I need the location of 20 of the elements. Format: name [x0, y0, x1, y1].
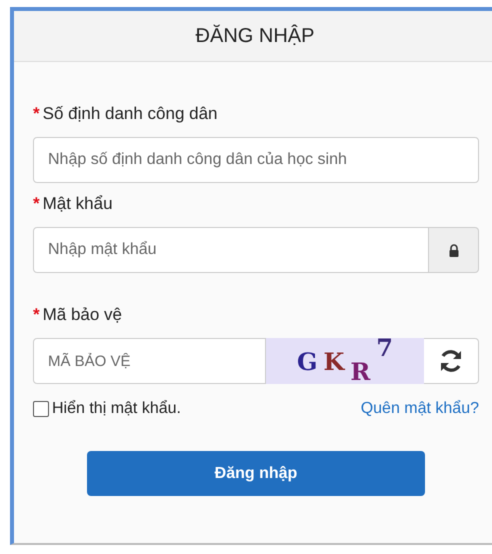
checkbox-label: Hiển thị mật khẩu. — [52, 400, 181, 418]
forgot-password-link[interactable]: Quên mật khẩu? — [360, 400, 479, 418]
checkbox[interactable] — [33, 401, 49, 417]
captcha-character: K — [323, 346, 344, 376]
required-mark: * — [33, 194, 40, 214]
login-button[interactable]: Đăng nhập — [87, 451, 425, 496]
lock-icon — [448, 244, 458, 256]
captcha-character: R — [350, 356, 370, 386]
refresh-icon — [438, 349, 464, 373]
login-title: ĐĂNG NHẬP — [196, 24, 314, 48]
input-field[interactable]: Nhập số định danh công dân của học sinh — [33, 137, 479, 183]
captcha-character: G — [296, 346, 318, 376]
refresh-button[interactable] — [424, 338, 479, 384]
field-label: Số định danh công dân — [42, 104, 218, 124]
field-label: Mã bảo vệ — [42, 305, 122, 325]
captcha-character: 7 — [376, 332, 393, 362]
required-mark: * — [33, 305, 40, 325]
required-mark: * — [33, 104, 40, 124]
password-field[interactable]: Nhập mật khẩu — [33, 227, 429, 273]
field-label: Mật khẩu — [42, 194, 113, 214]
